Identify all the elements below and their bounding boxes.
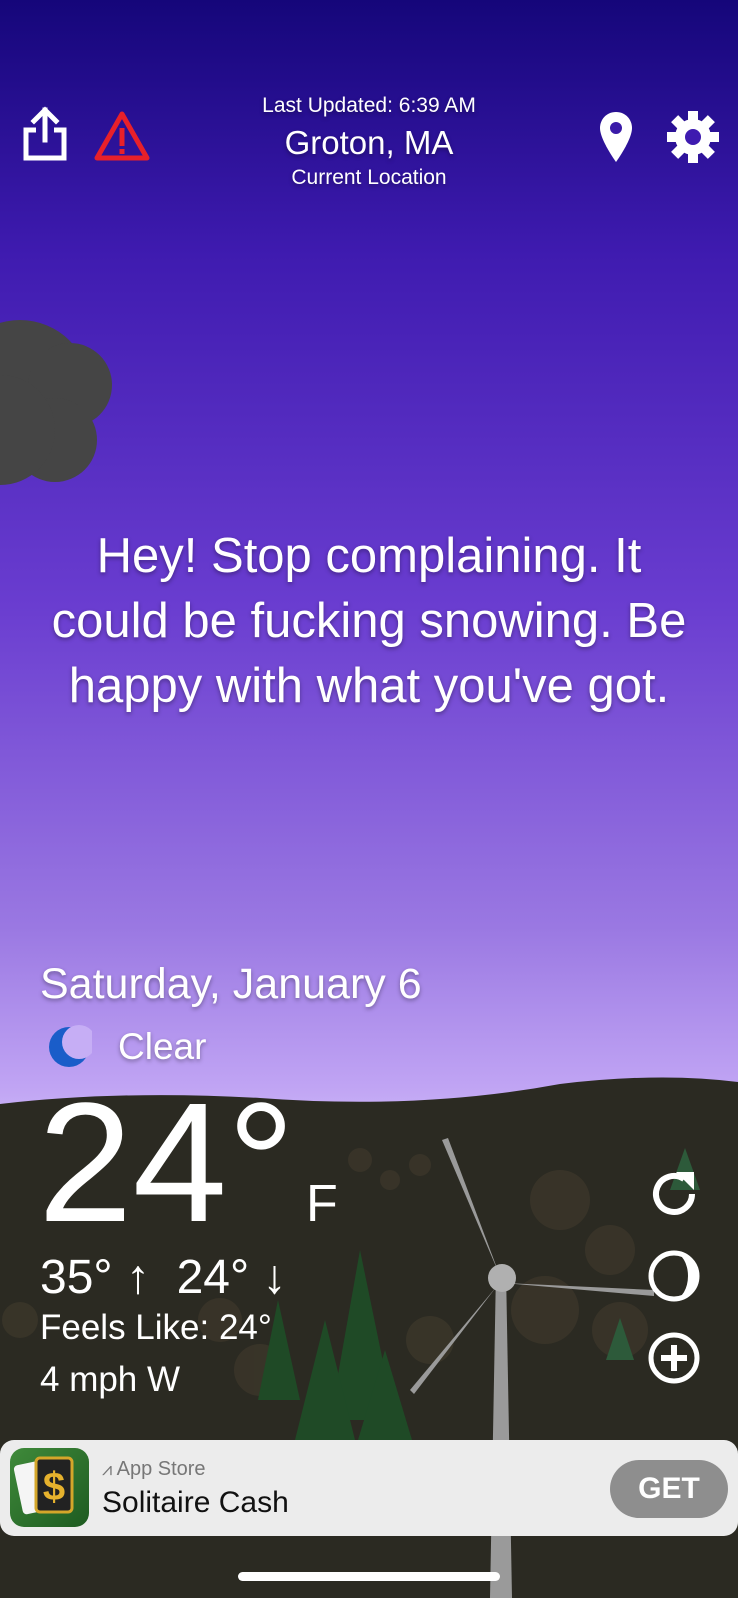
svg-text:$: $ <box>43 1465 65 1509</box>
ad-store-label: ⩘ App Store <box>102 1458 206 1480</box>
cloud <box>0 320 112 485</box>
add-icon <box>648 1332 700 1384</box>
high-temp: 35° <box>40 1251 113 1304</box>
landscape-scene <box>0 320 738 1598</box>
arrow-down-icon: ↓ <box>262 1251 287 1304</box>
current-temperature: 24° <box>38 1068 296 1258</box>
ad-banner[interactable]: $ ⩘ App Store Solitaire Cash GET <box>0 1440 738 1536</box>
location-label: Current Location <box>291 166 447 189</box>
location-pin-icon <box>600 112 632 162</box>
alert-button[interactable] <box>94 110 150 162</box>
feels-like: Feels Like: 24° <box>40 1308 272 1347</box>
wind-info: 4 mph W <box>40 1360 181 1399</box>
add-location-button[interactable] <box>646 1330 702 1386</box>
city-name[interactable]: Groton, MA <box>190 124 548 162</box>
high-low: 35° ↑ 24° ↓ <box>40 1250 287 1305</box>
date-label: Saturday, January 6 <box>40 960 422 1008</box>
refresh-icon <box>653 1172 695 1215</box>
last-updated: Last Updated: 6:39 AM <box>262 94 476 117</box>
header-info: Last Updated: 6:39 AM Groton, MA Current… <box>190 94 548 190</box>
condition-label: Clear <box>118 1026 207 1067</box>
settings-button[interactable] <box>666 110 720 164</box>
warning-icon <box>94 111 150 161</box>
crescent-moon-icon <box>49 1025 96 1067</box>
weather-quote: Hey! Stop complaining. It could be fucki… <box>51 529 687 713</box>
location-button[interactable] <box>598 110 634 164</box>
refresh-button[interactable] <box>646 1166 702 1222</box>
app-icon: $ <box>10 1448 89 1527</box>
share-icon <box>23 106 67 161</box>
gear-icon <box>667 111 719 163</box>
temperature-unit[interactable]: F <box>306 1174 338 1234</box>
app-store-icon: ⩘ <box>102 1459 113 1479</box>
share-button[interactable] <box>22 106 68 162</box>
get-button[interactable]: GET <box>610 1460 728 1518</box>
moon-phase-icon <box>648 1250 700 1302</box>
home-indicator[interactable] <box>238 1572 500 1581</box>
arrow-up-icon: ↑ <box>125 1251 150 1304</box>
condition-icon <box>46 1024 96 1070</box>
low-temp: 24° <box>176 1251 250 1304</box>
ad-title: Solitaire Cash <box>102 1486 289 1519</box>
moon-phase-button[interactable] <box>646 1248 702 1304</box>
